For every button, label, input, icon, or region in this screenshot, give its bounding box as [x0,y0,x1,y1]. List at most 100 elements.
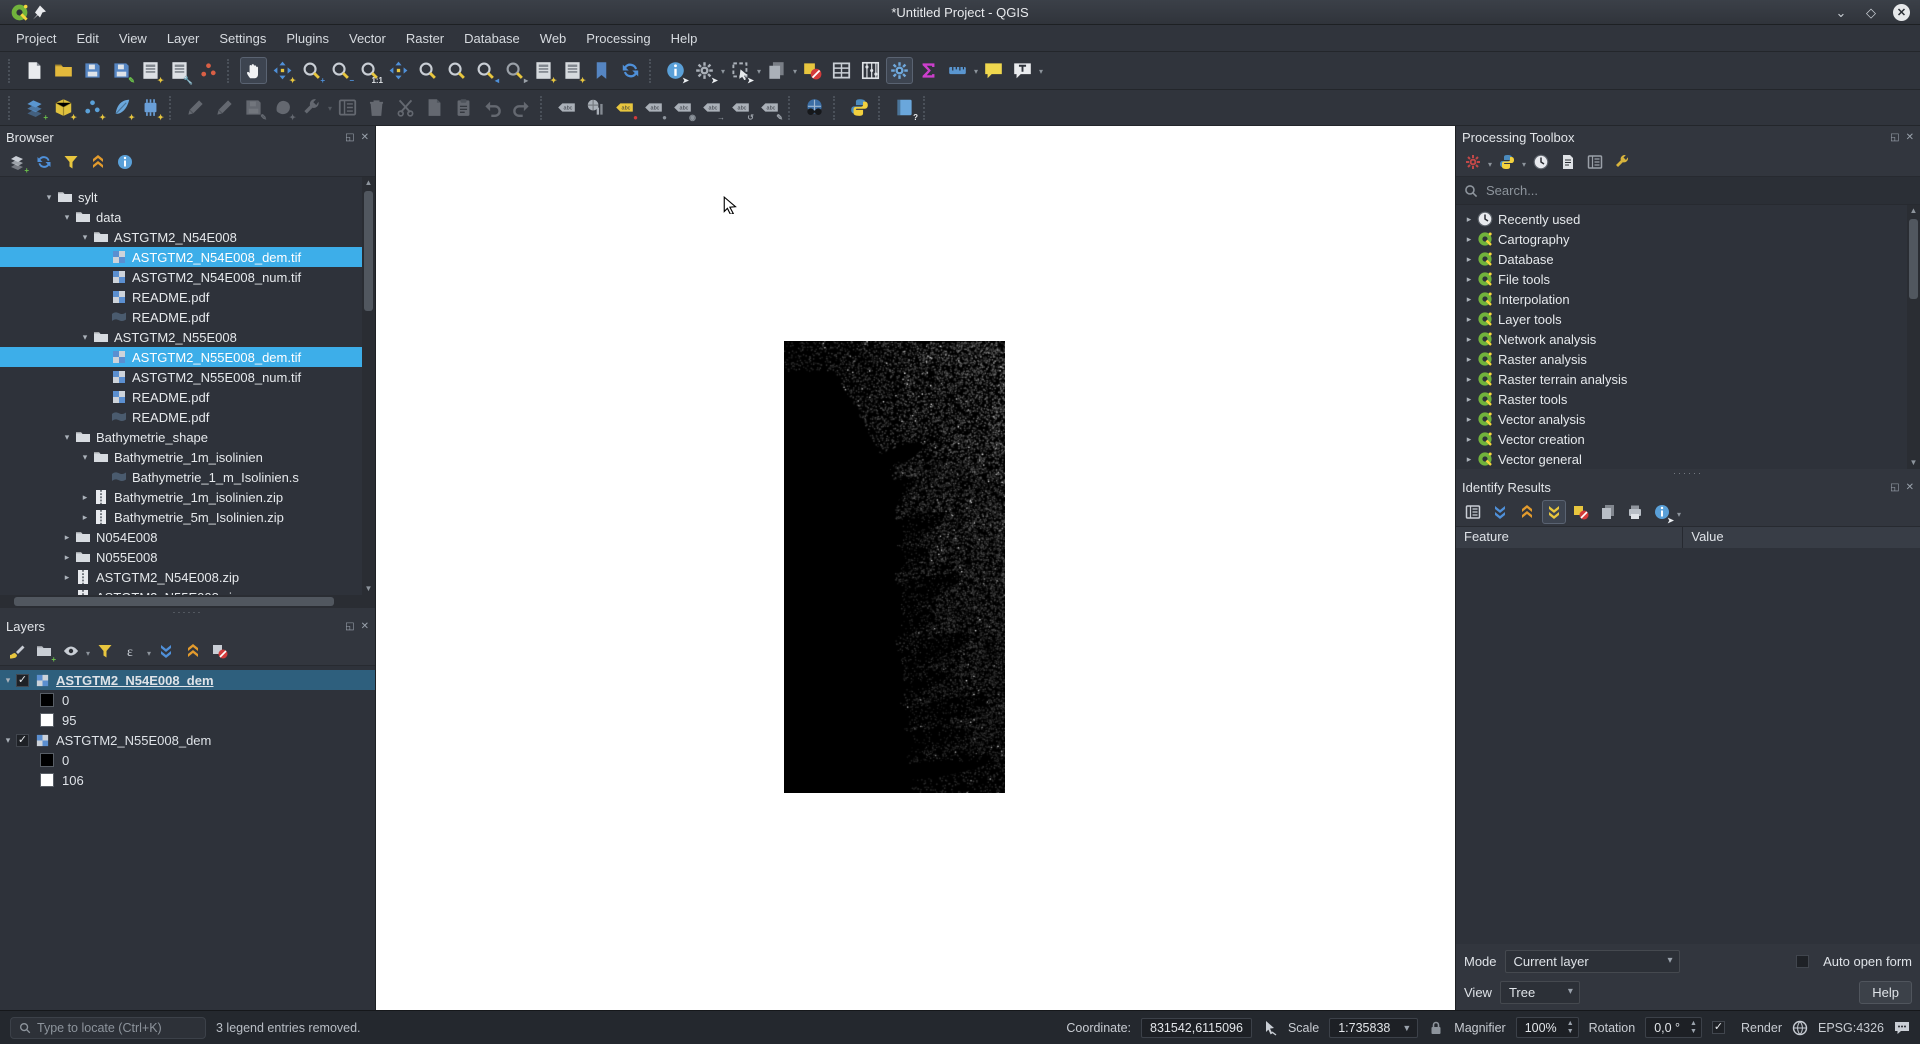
paste-features-button[interactable] [450,94,477,121]
browser-vscrollbar[interactable]: ▲ ▼ [362,177,375,595]
menu-web[interactable]: Web [530,27,577,50]
deselect-all-button[interactable] [799,57,826,84]
processing-category-recently-used[interactable]: ▸Recently used [1456,209,1920,229]
processing-category-raster-tools[interactable]: ▸Raster tools [1456,389,1920,409]
processing-category-database[interactable]: ▸Database [1456,249,1920,269]
processing-category-file-tools[interactable]: ▸File tools [1456,269,1920,289]
layer-visibility-checkbox[interactable]: ✓ [16,674,29,687]
browser-item-astgtm2-n54e008-num-tif[interactable]: ASTGTM2_N54E008_num.tif [0,267,375,287]
layer-item-astgtm2-n54e008-dem[interactable]: ▾✓ASTGTM2_N54E008_dem [0,670,375,690]
open-data-source-manager-button[interactable]: + [21,94,48,121]
refresh-browser-button[interactable] [32,150,56,174]
processing-category-vector-general[interactable]: ▸Vector general [1456,449,1920,469]
maximize-button[interactable]: ◇ [1863,5,1879,21]
magnifier-spinbox[interactable]: 100%▲▼ [1516,1017,1579,1038]
browser-item-astgtm2-n55e008[interactable]: ▾ASTGTM2_N55E008 [0,327,375,347]
add-feature-button[interactable]: ✦ [269,94,296,121]
scripts-button[interactable] [1495,150,1519,174]
print-response-button[interactable] [1623,500,1647,524]
browser-item-readme-pdf[interactable]: README.pdf [0,287,375,307]
collapse-all-button[interactable] [181,639,205,663]
processing-vscrollbar[interactable]: ▲ ▼ [1907,205,1920,469]
close-panel-icon[interactable]: ✕ [1906,132,1914,143]
expand-arrow-icon[interactable]: ▸ [1462,414,1476,425]
filter-by-expression-button[interactable] [120,639,144,663]
menu-settings[interactable]: Settings [209,27,276,50]
models-button[interactable] [1461,150,1485,174]
new-geopackage-layer-button[interactable]: ✦ [50,94,77,121]
open-form-button[interactable] [1461,500,1485,524]
show-hide-labels-button[interactable]: ◉ [669,94,696,121]
measure-line-button[interactable] [944,57,971,84]
expand-arrow-icon[interactable]: ▸ [1462,214,1476,225]
enable-properties-widget-button[interactable] [113,150,137,174]
identify-mode-button[interactable]: ➤ [1650,500,1674,524]
run-feature-action-button[interactable]: ➤ [691,57,718,84]
pan-map-button[interactable] [240,57,267,84]
statistical-summary-button[interactable] [915,57,942,84]
expand-arrow-icon[interactable]: ▸ [1462,274,1476,285]
zoom-native-button[interactable]: 1:1 [356,57,383,84]
expand-arrow-icon[interactable]: ▸ [1462,434,1476,445]
new-shapefile-layer-button[interactable]: ✦ [79,94,106,121]
pan-to-selection-button[interactable]: ✦ [269,57,296,84]
zoom-out-button[interactable]: − [327,57,354,84]
show-layout-manager-button[interactable]: 🔧 [166,57,193,84]
zoom-to-layer-button[interactable] [443,57,470,84]
menu-help[interactable]: Help [661,27,708,50]
float-panel-icon[interactable]: ◱ [345,621,354,632]
lock-scale-icon[interactable] [1428,1020,1444,1036]
select-features-by-value-button[interactable] [763,57,790,84]
float-panel-icon[interactable]: ◱ [345,132,354,143]
browser-item-bathymetrie-1m-isolinien[interactable]: ▾Bathymetrie_1m_isolinien [0,447,375,467]
expand-arrow-icon[interactable]: ▾ [60,212,74,223]
layer-class-item[interactable]: 106 [0,770,375,790]
toggle-editing-button[interactable] [182,94,209,121]
filter-browser-button[interactable] [59,150,83,174]
expand-arrow-icon[interactable]: ▸ [60,532,74,543]
open-layer-styling-button[interactable] [5,639,29,663]
show-bookmarks-button[interactable] [588,57,615,84]
add-selected-layers-button[interactable]: + [5,150,29,174]
undo-button[interactable] [479,94,506,121]
expand-arrow-icon[interactable]: ▾ [0,735,16,746]
browser-item-n054e008[interactable]: ▸N054E008 [0,527,375,547]
pin-unpin-labels-button[interactable]: ● [640,94,667,121]
copy-feature-button[interactable] [1596,500,1620,524]
browser-item-bathymetrie-1-m-isolinien-s[interactable]: Bathymetrie_1_m_Isolinien.s [0,467,375,487]
browser-item-astgtm2-n54e008-zip[interactable]: ▸ASTGTM2_N54E008.zip [0,567,375,587]
extents-toggle-icon[interactable] [1262,1020,1278,1036]
zoom-next-button[interactable]: ▸ [501,57,528,84]
view-combobox[interactable]: Tree [1500,981,1580,1004]
menu-edit[interactable]: Edit [66,27,108,50]
expand-tree-button[interactable] [1488,500,1512,524]
new-spatialite-layer-button[interactable]: ✦ [108,94,135,121]
options-button[interactable] [1610,150,1634,174]
metasearch-button[interactable] [801,94,828,121]
add-group-button[interactable]: + [32,639,56,663]
processing-toolbox-button[interactable] [886,57,913,84]
panel-splitter[interactable]: ······ [0,608,375,615]
expand-arrow-icon[interactable]: ▾ [78,452,92,463]
collapse-tree-button[interactable] [1515,500,1539,524]
processing-category-layer-tools[interactable]: ▸Layer tools [1456,309,1920,329]
expand-arrow-icon[interactable]: ▸ [1462,234,1476,245]
map-canvas[interactable] [376,126,1455,1010]
browser-item-astgtm2-n55e008-num-tif[interactable]: ASTGTM2_N55E008_num.tif [0,367,375,387]
menu-layer[interactable]: Layer [157,27,210,50]
current-edits-button[interactable] [211,94,238,121]
refresh-map-button[interactable] [617,57,644,84]
close-panel-icon[interactable]: ✕ [1906,482,1914,493]
layer-item-astgtm2-n55e008-dem[interactable]: ▾✓ASTGTM2_N55E008_dem [0,730,375,750]
change-label-button[interactable]: ✎ [756,94,783,121]
menu-raster[interactable]: Raster [396,27,454,50]
expand-new-results-button[interactable] [1542,500,1566,524]
browser-item-astgtm2-n55e008-zip[interactable]: ▸ASTGTM2_N55E008.zip [0,587,375,595]
modify-attributes-button[interactable] [334,94,361,121]
browser-item-sylt[interactable]: ▾sylt [0,187,375,207]
minimize-button[interactable]: ⌄ [1833,5,1849,21]
expand-arrow-icon[interactable]: ▸ [1462,374,1476,385]
browser-item-astgtm2-n54e008-dem-tif[interactable]: ASTGTM2_N54E008_dem.tif [0,247,375,267]
browser-item-bathymetrie-5m-isolinien-zip[interactable]: ▸Bathymetrie_5m_Isolinien.zip [0,507,375,527]
manage-map-themes-button[interactable] [59,639,83,663]
